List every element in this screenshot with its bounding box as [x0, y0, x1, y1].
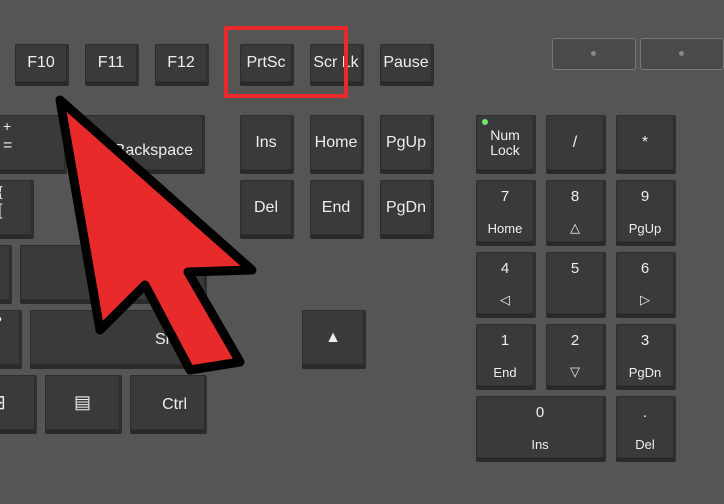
numpad-6-key[interactable]: 6 ▷: [616, 252, 676, 318]
indicator-dot: [591, 51, 596, 56]
numpad-2-key[interactable]: 2 ▽: [546, 324, 606, 390]
key-label: 2: [546, 332, 604, 349]
ins-key[interactable]: Ins: [240, 115, 294, 174]
key-label: Backspace: [115, 142, 193, 160]
key-label: F11: [98, 54, 124, 72]
key-label: F12: [167, 54, 195, 72]
indicator-2: [640, 38, 724, 70]
numpad-0-key[interactable]: 0 Ins: [476, 396, 606, 462]
numpad-dot-key[interactable]: . Del: [616, 396, 676, 462]
key-label: Shift: [155, 331, 187, 349]
key-label: 4: [476, 260, 534, 277]
key-label: 1: [476, 332, 534, 349]
key-sublabel: Ins: [476, 437, 604, 452]
key-label: Pause: [383, 54, 428, 72]
numpad-5-key[interactable]: 5: [546, 252, 606, 318]
key-label: Ctrl: [162, 396, 187, 414]
key-sublabel: Home: [476, 221, 534, 236]
key-label: End: [322, 199, 350, 217]
key-label: PgDn: [386, 199, 426, 217]
pause-key[interactable]: Pause: [380, 44, 434, 86]
key-sublabel: Del: [616, 437, 674, 452]
numpad-8-key[interactable]: 8 △: [546, 180, 606, 246]
arrow-up-key[interactable]: ▲: [302, 310, 366, 369]
key-sublabel: {: [0, 183, 3, 199]
highlight-box: [224, 26, 348, 98]
key-label: F10: [27, 54, 55, 72]
indicator-dot: [679, 51, 684, 56]
key-sublabel: ?: [0, 313, 2, 329]
key-label: Enter: [151, 266, 189, 284]
key-sublabel: △: [546, 220, 604, 236]
key-label: 8: [546, 188, 604, 205]
pgdn-key[interactable]: PgDn: [380, 180, 434, 239]
pgup-key[interactable]: PgUp: [380, 115, 434, 174]
numpad-divide-key[interactable]: /: [546, 115, 606, 174]
numlock-led-icon: [482, 119, 488, 125]
shift-key[interactable]: Shift: [30, 310, 207, 369]
key-label: =: [3, 137, 12, 155]
arrow-up-icon: ▲: [325, 329, 341, 347]
key-label: PgUp: [386, 134, 426, 152]
key-sublabel: PgDn: [616, 365, 674, 380]
indicator-1: [552, 38, 636, 70]
menu-icon: ▤: [74, 392, 91, 413]
numpad-7-key[interactable]: 7 Home: [476, 180, 536, 246]
numlock-key[interactable]: Num Lock: [476, 115, 536, 174]
numpad-9-key[interactable]: 9 PgUp: [616, 180, 676, 246]
key-label: Home: [315, 134, 358, 152]
key-sublabel: ◁: [476, 292, 534, 308]
f12-key[interactable]: F12: [155, 44, 209, 86]
key-label: [: [0, 202, 2, 220]
key-label: Del: [254, 199, 278, 217]
slash-key[interactable]: ? /: [0, 310, 22, 369]
key-sublabel: ▽: [546, 364, 604, 380]
key-label: *: [642, 134, 648, 152]
f11-key[interactable]: F11: [85, 44, 139, 86]
key-sublabel: End: [476, 365, 534, 380]
enter-key[interactable]: Enter: [20, 245, 207, 304]
key-sublabel: ▷: [616, 292, 674, 308]
key-label: /: [573, 134, 577, 152]
bracket-open-key[interactable]: { [: [0, 180, 34, 239]
key-label: 5: [546, 260, 604, 277]
numpad-multiply-key[interactable]: *: [616, 115, 676, 174]
numpad-3-key[interactable]: 3 PgDn: [616, 324, 676, 390]
backspace-key[interactable]: Backspace: [75, 115, 205, 174]
key-sublabel: +: [3, 118, 11, 134]
end-key[interactable]: End: [310, 180, 364, 239]
keyboard: F10 F11 F12 PrtSc Scr Lk Pause + = Backs…: [0, 0, 724, 504]
windows-key[interactable]: ⊞: [0, 375, 37, 434]
key-label: 3: [616, 332, 674, 349]
key-sublabel: PgUp: [616, 221, 674, 236]
key-label: Num Lock: [476, 128, 534, 158]
ctrl-key[interactable]: Ctrl: [130, 375, 207, 434]
menu-key[interactable]: ▤: [45, 375, 122, 434]
quote-key[interactable]: ": [0, 245, 12, 304]
key-label: 7: [476, 188, 534, 205]
key-label: Ins: [255, 134, 276, 152]
equals-key[interactable]: + =: [0, 115, 67, 174]
windows-icon: ⊞: [0, 390, 6, 415]
f10-key[interactable]: F10: [15, 44, 69, 86]
key-label: 6: [616, 260, 674, 277]
numpad-4-key[interactable]: 4 ◁: [476, 252, 536, 318]
home-key[interactable]: Home: [310, 115, 364, 174]
key-label: .: [616, 404, 674, 421]
key-label: 9: [616, 188, 674, 205]
del-key[interactable]: Del: [240, 180, 294, 239]
key-label: 0: [476, 404, 604, 421]
numpad-1-key[interactable]: 1 End: [476, 324, 536, 390]
